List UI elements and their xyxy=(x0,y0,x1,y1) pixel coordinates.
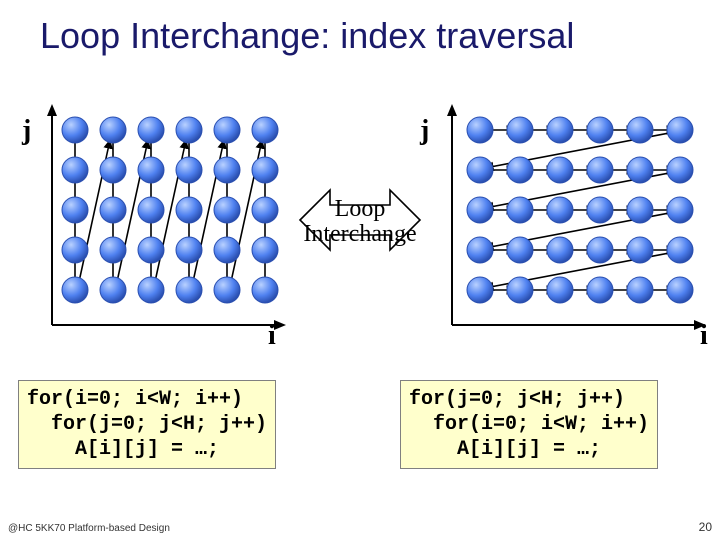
footer-text: @HC 5KK70 Platform-based Design xyxy=(8,523,170,534)
interchange-label-line2: Interchange xyxy=(303,221,416,247)
left-grid xyxy=(40,100,290,340)
interchange-label-line1: Loop xyxy=(335,196,386,222)
page-number: 20 xyxy=(699,520,712,534)
right-j-axis-label: j xyxy=(420,115,429,147)
right-grid xyxy=(440,100,710,340)
interchange-label: Loop Interchange xyxy=(290,197,430,247)
left-j-axis-label: j xyxy=(22,115,31,147)
code-left: for(i=0; i<W; i++) for(j=0; j<H; j++) A[… xyxy=(18,380,276,469)
page-title: Loop Interchange: index traversal xyxy=(40,15,574,57)
code-right: for(j=0; j<H; j++) for(i=0; i<W; i++) A[… xyxy=(400,380,658,469)
slide: Loop Interchange: index traversal j i xyxy=(0,0,720,540)
